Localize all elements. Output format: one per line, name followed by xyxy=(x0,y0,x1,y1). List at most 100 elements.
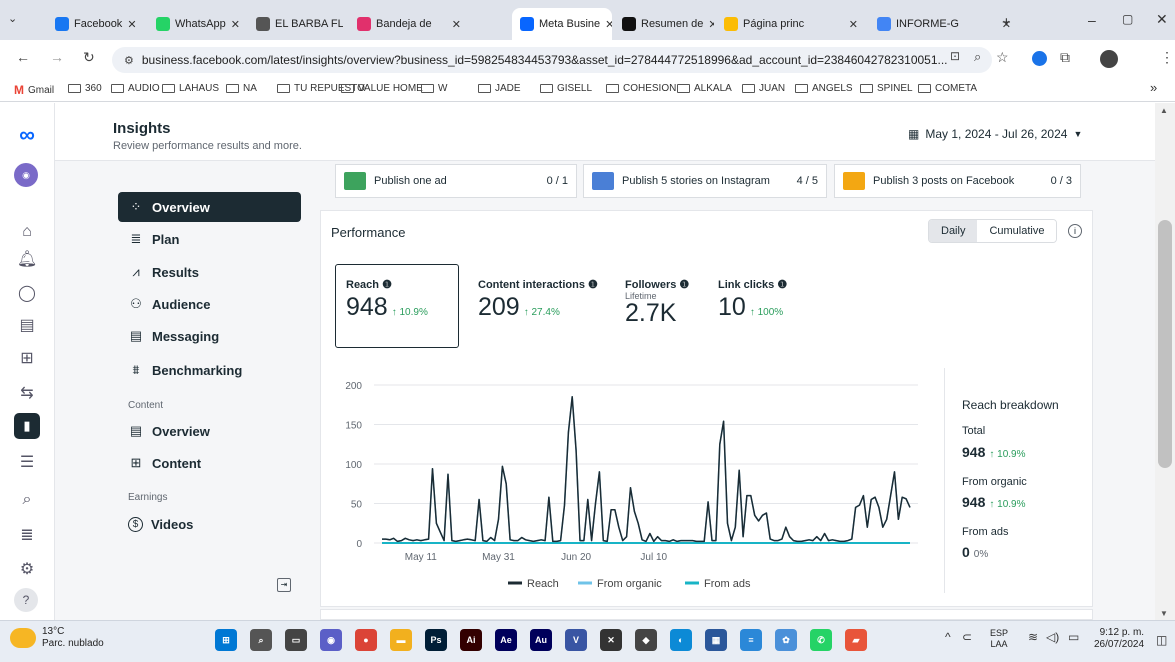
inkscape-icon[interactable]: ◆ xyxy=(635,629,657,651)
meta-logo-icon[interactable]: ∞ xyxy=(14,122,40,148)
notepad-icon[interactable]: ≡ xyxy=(740,629,762,651)
browser-tab[interactable]: WhatsApp ✕ xyxy=(148,8,243,40)
info-icon[interactable]: ❶ xyxy=(382,279,392,291)
sidenav-item-content-overview[interactable]: ▤ Overview xyxy=(118,416,301,446)
scroll-down-arrow-icon[interactable]: ▼ xyxy=(1160,609,1168,618)
photos-icon[interactable]: ✿ xyxy=(775,629,797,651)
goal-task-card[interactable]: Publish one ad 0 / 1 xyxy=(335,164,577,198)
content-interactions-metric[interactable]: Content interactions ❶ 209 ↑ 27.4% xyxy=(478,278,598,322)
info-icon[interactable]: ❶ xyxy=(777,279,787,291)
browser-tab[interactable]: Bandeja de ✕ xyxy=(349,8,469,40)
posts-icon[interactable]: ▤ xyxy=(14,312,40,338)
sidenav-item-videos[interactable]: $ Videos xyxy=(118,509,301,539)
back-icon[interactable]: ← xyxy=(16,49,30,65)
browser-tab[interactable]: Resumen de ✕ xyxy=(614,8,714,40)
scrollbar-thumb[interactable] xyxy=(1158,220,1172,468)
reload-icon[interactable]: ↻ xyxy=(83,49,95,66)
close-tab-icon[interactable]: ✕ xyxy=(605,18,612,31)
chrome-icon[interactable]: ● xyxy=(355,629,377,651)
help-icon[interactable]: ? xyxy=(14,588,38,612)
goal-task-card[interactable]: Publish 5 stories on Instagram 4 / 5 xyxy=(583,164,827,198)
browser-tab[interactable]: Página princ ✕ xyxy=(716,8,866,40)
bookmark-star-icon[interactable]: ☆ xyxy=(996,49,1009,66)
browser-tab[interactable]: EL BARBA FL✕ xyxy=(248,8,343,40)
bookmark-item[interactable]: ANGELS xyxy=(795,83,853,94)
bookmark-item[interactable]: ALKALA xyxy=(677,83,732,94)
zoom-icon[interactable]: ⌕ xyxy=(974,49,981,65)
list-icon[interactable]: ≣ xyxy=(14,522,40,548)
notification-center-icon[interactable]: ◫ xyxy=(1156,633,1167,647)
volume-icon[interactable]: ◁) xyxy=(1046,630,1059,644)
cumulative-toggle-button[interactable]: Cumulative xyxy=(977,220,1057,242)
file-explorer-icon[interactable]: ▬ xyxy=(390,629,412,651)
sidenav-item-audience[interactable]: ⚇ Audience xyxy=(118,289,301,319)
insights-icon[interactable]: ▮ xyxy=(14,413,40,439)
ads-icon[interactable]: ⇆ xyxy=(14,380,40,406)
bookmark-item[interactable]: W xyxy=(421,83,447,94)
extension-icon[interactable] xyxy=(1032,51,1047,66)
new-tab-button[interactable]: + xyxy=(1002,14,1011,31)
date-range-picker[interactable]: ▦ May 1, 2024 - Jul 26, 2024 ▼ xyxy=(908,127,1082,141)
bookmark-item[interactable]: COHESION xyxy=(606,83,676,94)
extensions-puzzle-icon[interactable]: ⧉ xyxy=(1060,49,1070,66)
calculator-icon[interactable]: ▦ xyxy=(705,629,727,651)
bookmark-item[interactable]: SPINEL xyxy=(860,83,913,94)
link-clicks-metric[interactable]: Link clicks ❶ 10 ↑ 100% xyxy=(718,278,787,322)
page-avatar[interactable]: ◉ xyxy=(14,163,38,187)
capcut-icon[interactable]: ✕ xyxy=(600,629,622,651)
close-tab-icon[interactable]: ✕ xyxy=(231,18,240,31)
site-info-icon[interactable]: ⚙ xyxy=(124,54,134,67)
sidenav-item-benchmarking[interactable]: ⩩ Benchmarking xyxy=(118,355,301,385)
translate-icon[interactable]: ⊡ xyxy=(950,49,960,63)
bookmark-item[interactable]: NA xyxy=(226,83,257,94)
close-tab-icon[interactable]: ✕ xyxy=(452,18,461,31)
bookmark-item[interactable]: COMETA xyxy=(918,83,977,94)
daily-toggle-button[interactable]: Daily xyxy=(929,220,978,242)
sidenav-item-plan[interactable]: ≣ Plan xyxy=(118,224,301,254)
chat-icon[interactable]: ◉ xyxy=(320,629,342,651)
collapse-panel-icon[interactable]: ⇥ xyxy=(277,578,291,592)
bookmark-item[interactable]: 360 xyxy=(68,83,102,94)
sidenav-item-messaging[interactable]: ▤ Messaging xyxy=(118,321,301,351)
sidenav-item-content[interactable]: ⊞ Content xyxy=(118,448,301,478)
language-indicator[interactable]: ESP LAA xyxy=(990,628,1008,650)
notifications-icon[interactable]: 🔔︎ xyxy=(14,246,40,272)
edge-icon[interactable]: ◐ xyxy=(670,629,692,651)
browser-menu-icon[interactable]: ⋮ xyxy=(1160,49,1174,66)
battery-icon[interactable]: ▭ xyxy=(1068,630,1079,644)
bookmark-item[interactable]: LAHAUS xyxy=(162,83,219,94)
info-icon[interactable]: ❶ xyxy=(588,279,598,291)
show-hidden-icons[interactable]: ^ xyxy=(945,630,951,644)
close-tab-icon[interactable]: ✕ xyxy=(708,18,714,31)
inbox-icon[interactable]: ◯ xyxy=(14,280,40,306)
weather-widget[interactable]: 13°C Parc. nublado xyxy=(10,626,104,650)
minimize-icon[interactable]: – xyxy=(1088,12,1096,28)
bookmark-item[interactable]: VALUE HOME xyxy=(341,83,423,94)
goal-task-card[interactable]: Publish 3 posts on Facebook 0 / 3 xyxy=(834,164,1081,198)
sidenav-item-results[interactable]: ⩘ Results xyxy=(118,257,301,287)
whatsapp-icon[interactable]: ✆ xyxy=(810,629,832,651)
photoshop-icon[interactable]: Ps xyxy=(425,629,447,651)
after-effects-icon[interactable]: Ae xyxy=(495,629,517,651)
paint-icon[interactable]: ▰ xyxy=(845,629,867,651)
bookmark-item[interactable]: AUDIO xyxy=(111,83,160,94)
close-tab-icon[interactable]: ✕ xyxy=(127,18,136,31)
address-bar[interactable]: ⚙ business.facebook.com/latest/insights/… xyxy=(112,47,992,73)
visio-icon[interactable]: V xyxy=(565,629,587,651)
planner-icon[interactable]: ⊞ xyxy=(14,345,40,371)
audition-icon[interactable]: Au xyxy=(530,629,552,651)
bookmark-item[interactable]: M Gmail xyxy=(14,83,54,97)
bookmark-item[interactable]: JUAN xyxy=(742,83,785,94)
followers-metric[interactable]: Followers ❶ Lifetime 2.7K xyxy=(625,278,689,328)
search-icon[interactable]: ⌕ xyxy=(14,487,40,513)
illustrator-icon[interactable]: Ai xyxy=(460,629,482,651)
info-icon[interactable]: i xyxy=(1068,224,1082,238)
restore-icon[interactable]: ▢ xyxy=(1122,12,1133,26)
tray-network-icon[interactable]: ⊂ xyxy=(962,630,972,644)
home-icon[interactable]: ⌂ xyxy=(14,219,40,245)
sidenav-item-overview[interactable]: ⁘ Overview xyxy=(118,192,301,222)
profile-avatar[interactable] xyxy=(1100,50,1118,68)
close-tab-icon[interactable]: ✕ xyxy=(849,18,858,31)
browser-tab[interactable]: INFORME-G ✕ xyxy=(869,8,1019,40)
close-window-icon[interactable]: ✕ xyxy=(1156,11,1168,28)
